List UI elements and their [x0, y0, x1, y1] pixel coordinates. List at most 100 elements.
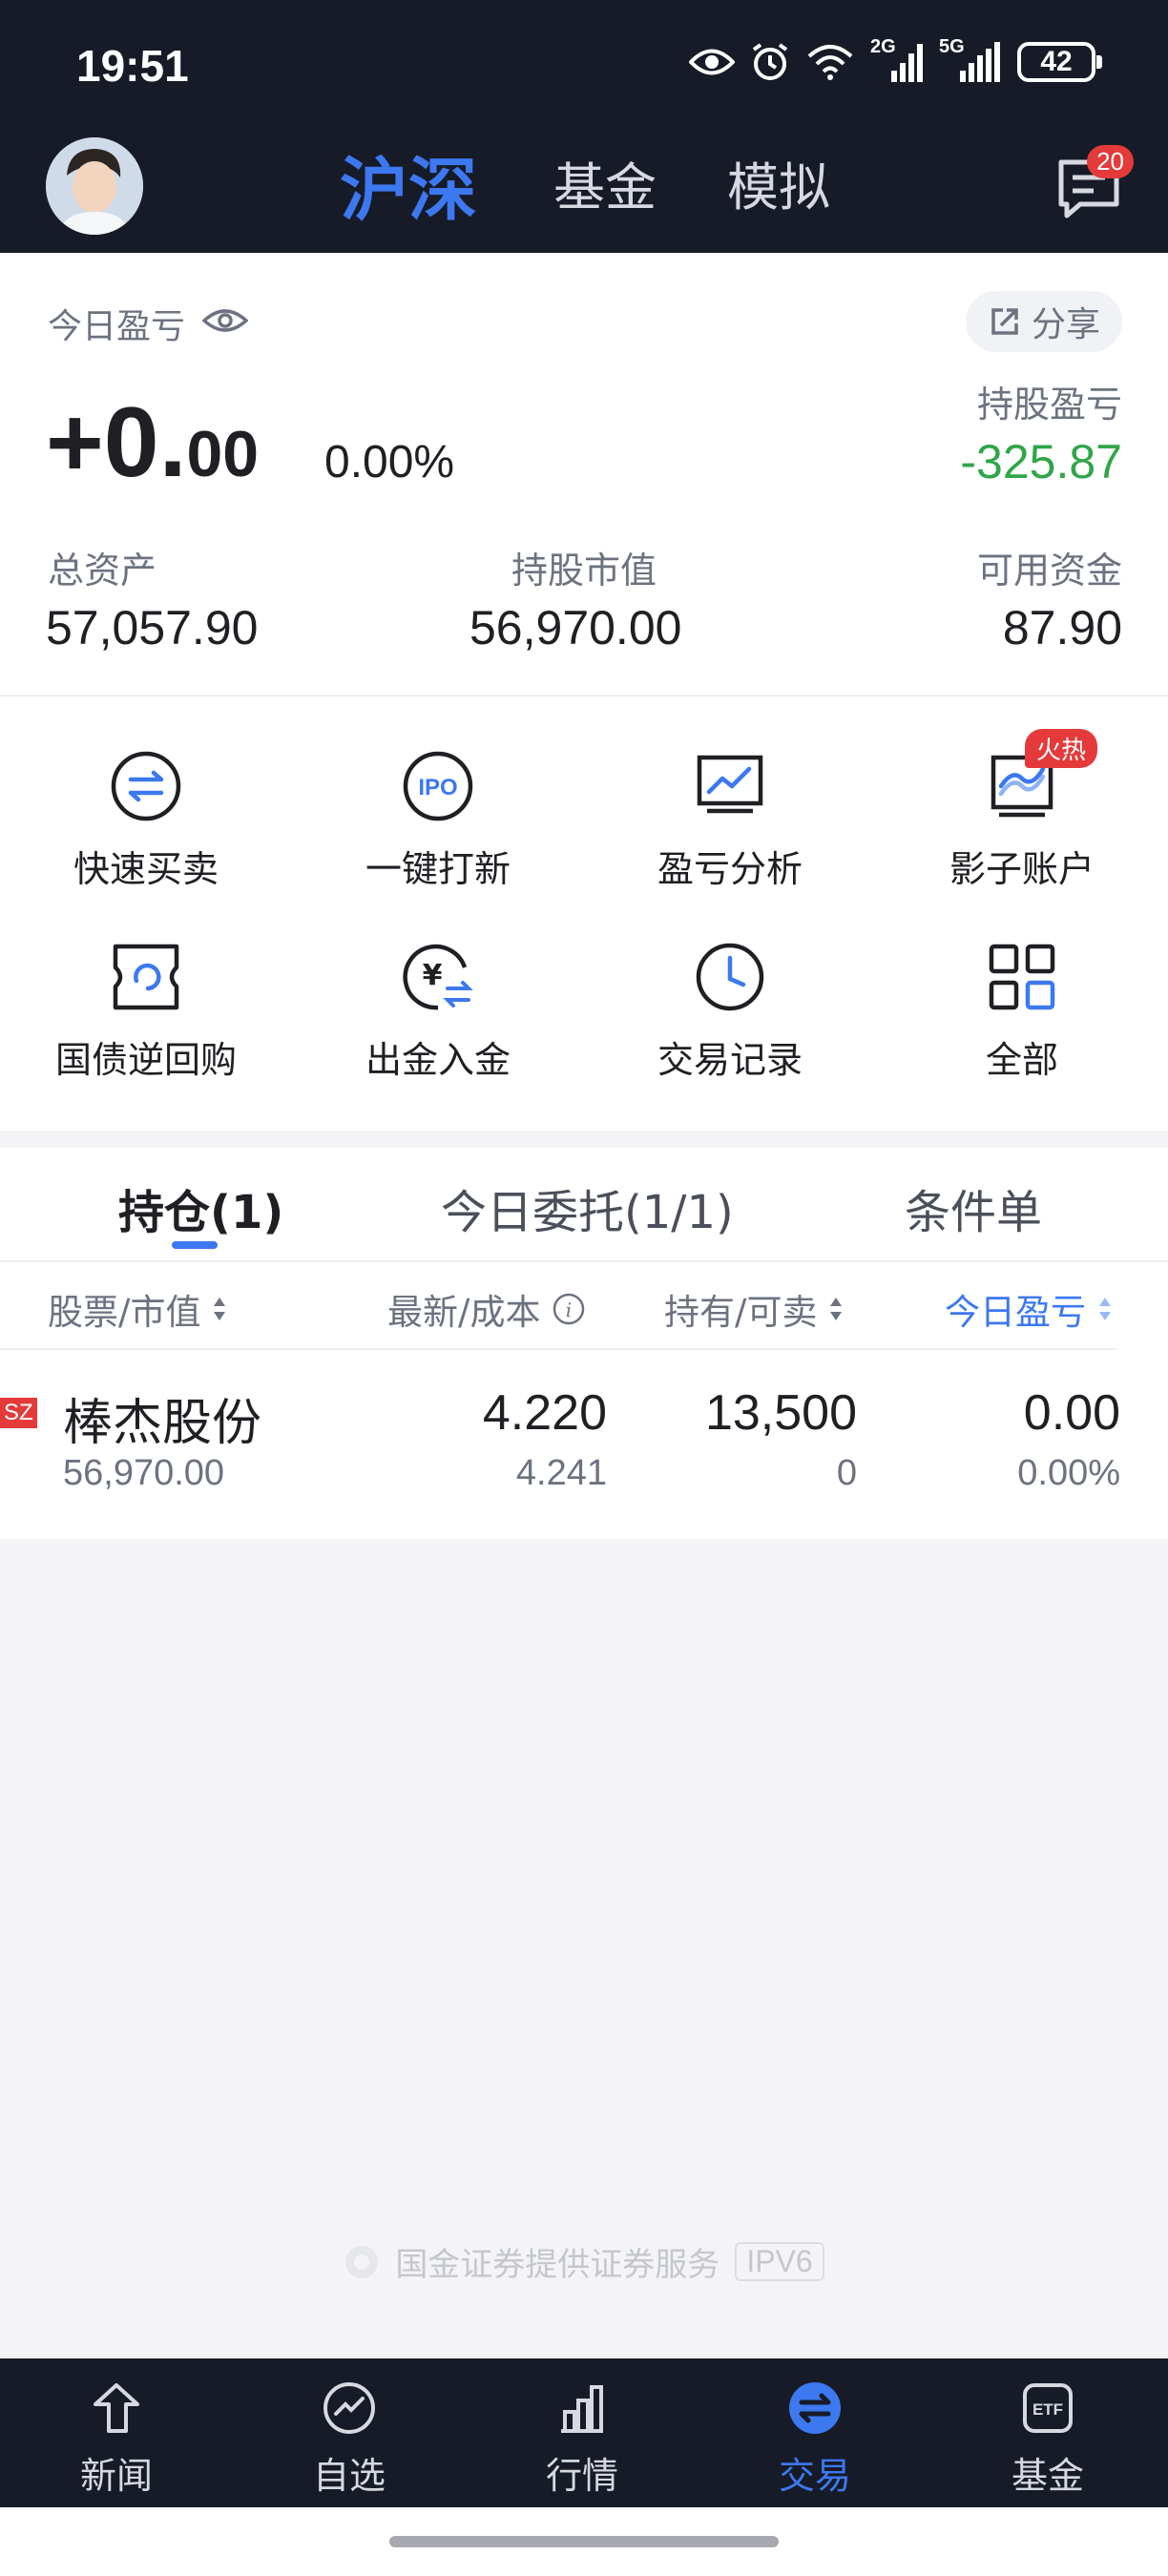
today-pl-amount: 0.00	[1023, 1385, 1120, 1441]
sort-icon	[214, 1298, 226, 1320]
wifi-icon	[805, 43, 855, 81]
signal-5g-icon: 5G	[939, 36, 1002, 82]
account-summary: 今日盈亏 分享 +0.00 0.00% 持股盈亏 -325.87 总资产 57,…	[0, 253, 1168, 696]
provider-text: 国金证券提供证券服务	[395, 2246, 720, 2284]
market-tag: SZ	[0, 1398, 37, 1428]
active-tab-indicator	[172, 1241, 218, 1249]
total-assets-label: 总资产	[48, 550, 157, 592]
money-transfer-button[interactable]: ¥ 出金入金	[292, 887, 584, 1081]
today-pl-label-row: 今日盈亏	[48, 299, 249, 348]
svg-text:i: i	[566, 1298, 572, 1321]
sort-icon	[1099, 1298, 1111, 1320]
header: 沪深 基金 模拟 20	[0, 134, 1168, 253]
col-holding-sellable[interactable]: 持有/可卖	[664, 1283, 844, 1335]
ipo-icon: IPO	[403, 751, 473, 821]
tab-holdings[interactable]: 持仓(1)	[118, 1174, 283, 1241]
share-button[interactable]: 分享	[966, 291, 1122, 352]
tab-fund[interactable]: 基金	[553, 145, 657, 220]
provider-note: 国金证券提供证券服务 IPV6	[0, 2238, 1168, 2285]
home-indicator[interactable]	[389, 2536, 779, 2547]
all-functions-button[interactable]: 全部	[876, 887, 1168, 1081]
ipv6-badge: IPV6	[735, 2242, 824, 2281]
divider	[0, 1348, 1116, 1350]
eye-icon	[689, 46, 735, 78]
stock-market-value: 56,970.00	[63, 1453, 225, 1493]
battery-icon: 42	[1017, 42, 1102, 82]
col-latest-cost[interactable]: 最新/成本 i	[387, 1283, 586, 1335]
quick-trade-button[interactable]: 快速买卖	[0, 696, 292, 890]
nav-watchlist[interactable]: 自选	[233, 2358, 466, 2507]
cost-price: 4.241	[515, 1453, 607, 1493]
svg-text:¥: ¥	[423, 959, 443, 992]
trade-icon	[789, 2382, 841, 2434]
clock-icon	[696, 943, 764, 1011]
status-time: 19:51	[76, 41, 189, 91]
quick-menu: 快速买卖 IPO 一键打新 盈亏分析 影子账户 火热 国债逆回购 ¥ 出金入金 …	[0, 696, 1168, 1131]
nav-trade[interactable]: 交易	[699, 2358, 931, 2507]
pl-analysis-label: 盈亏分析	[657, 848, 803, 890]
positions-panel: 持仓(1) 今日委托(1/1) 条件单 股票/市值 最新/成本 i 持有/可卖 …	[0, 1148, 1168, 1539]
col-today-pl[interactable]: 今日盈亏	[945, 1283, 1113, 1335]
ipo-label: 一键打新	[365, 848, 511, 890]
message-badge: 20	[1087, 145, 1134, 178]
broker-logo-icon	[345, 2245, 379, 2278]
trade-records-button[interactable]: 交易记录	[584, 887, 876, 1081]
nav-market[interactable]: 行情	[466, 2358, 699, 2507]
pl-analysis-button[interactable]: 盈亏分析	[584, 696, 876, 890]
today-pl-value: +0.00	[46, 387, 260, 498]
col-stock-market-value[interactable]: 股票/市值	[48, 1283, 227, 1335]
shadow-account-button[interactable]: 影子账户	[876, 696, 1168, 890]
share-label: 分享	[1031, 305, 1100, 344]
news-icon	[94, 2383, 139, 2433]
ipo-button[interactable]: IPO 一键打新	[292, 696, 584, 890]
avatar[interactable]	[46, 137, 143, 235]
bond-repo-icon	[113, 944, 179, 1010]
market-value-value: 56,970.00	[469, 601, 682, 654]
stock-name: 棒杰股份	[63, 1395, 262, 1452]
bottom-nav: 新闻 自选 行情 交易 ETF 基金	[0, 2358, 1168, 2507]
divider	[0, 1260, 1168, 1262]
tab-today-orders[interactable]: 今日委托(1/1)	[441, 1174, 734, 1241]
all-functions-label: 全部	[985, 1039, 1058, 1081]
etf-icon: ETF	[1023, 2383, 1073, 2433]
shadow-account-label: 影子账户	[949, 848, 1095, 890]
nav-news[interactable]: 新闻	[0, 2358, 233, 2507]
eye-toggle-icon[interactable]	[201, 304, 249, 343]
status-bar: 19:51 2G 5G 42	[0, 0, 1168, 134]
money-transfer-label: 出金入金	[365, 1039, 511, 1081]
market-icon	[561, 2385, 603, 2433]
trade-records-label: 交易记录	[657, 1039, 803, 1081]
today-pl-pct: 0.00%	[1017, 1453, 1120, 1493]
svg-text:IPO: IPO	[418, 775, 457, 800]
chart-analysis-icon	[697, 755, 763, 814]
share-icon	[991, 308, 1018, 335]
svg-text:ETF: ETF	[1032, 2400, 1063, 2419]
tab-simulation[interactable]: 模拟	[727, 145, 830, 220]
sellable-qty: 0	[836, 1453, 857, 1493]
today-pl-label: 今日盈亏	[48, 307, 186, 346]
holding-pl-label: 持股盈亏	[976, 384, 1122, 426]
info-icon[interactable]: i	[552, 1292, 586, 1326]
bond-repo-button[interactable]: 国债逆回购	[0, 887, 292, 1081]
tab-conditional-orders[interactable]: 条件单	[905, 1174, 1042, 1241]
hot-badge: 火热	[1025, 729, 1098, 768]
market-value-label: 持股市值	[511, 550, 657, 592]
holding-qty: 13,500	[704, 1385, 857, 1441]
swap-icon	[111, 751, 181, 821]
watchlist-icon	[323, 2382, 375, 2434]
nav-fund[interactable]: ETF 基金	[931, 2358, 1164, 2507]
status-icons: 2G 5G 42	[689, 36, 1102, 82]
alarm-icon	[750, 42, 790, 82]
available-cash-value: 87.90	[1002, 601, 1122, 654]
bond-repo-label: 国债逆回购	[54, 1039, 237, 1081]
grid-icon	[989, 944, 1055, 1010]
top-bar: 19:51 2G 5G 42 沪深 基金 模拟 20	[0, 0, 1168, 253]
signal-2g-icon: 2G	[870, 36, 924, 82]
latest-price: 4.220	[482, 1385, 607, 1441]
home-indicator-area	[0, 2507, 1168, 2576]
holding-pl-value: -325.87	[960, 435, 1122, 488]
money-transfer-icon: ¥	[403, 944, 473, 1010]
today-pl-percent: 0.00%	[324, 437, 455, 488]
tab-hushen[interactable]: 沪深	[340, 134, 477, 234]
total-assets-value: 57,057.90	[46, 601, 259, 654]
